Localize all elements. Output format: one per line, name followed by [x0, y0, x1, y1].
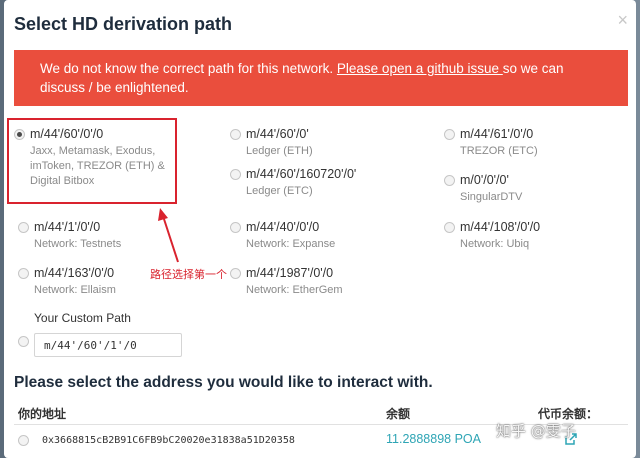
path-value: m/44'/1987'/0'/0 — [246, 266, 334, 280]
radio-button[interactable] — [444, 222, 455, 233]
path-description: Network: Ubiq — [460, 238, 530, 250]
path-description: Network: Expanse — [246, 238, 336, 250]
path-value: m/44'/61'/0'/0 — [460, 127, 534, 141]
custom-path-input[interactable] — [34, 333, 182, 357]
radio-button[interactable] — [230, 222, 241, 233]
path-value: m/44'/108'/0'/0 — [460, 220, 541, 234]
path-value: m/44'/1'/0'/0 — [34, 220, 101, 234]
annotation-text: 路径选择第一个 — [150, 268, 227, 281]
alert-text: We do not know the correct path for this… — [40, 61, 337, 76]
path-value: m/0'/0'/0' — [460, 173, 509, 187]
balance-value: 11.2888898 POA — [386, 432, 481, 446]
radio-button[interactable] — [18, 222, 29, 233]
path-description: TREZOR (ETC) — [460, 145, 538, 157]
column-header-address: 你的地址 — [18, 407, 67, 421]
radio-button[interactable] — [444, 175, 455, 186]
modal-title: Select HD derivation path — [14, 14, 233, 34]
path-description: Ledger (ETH) — [246, 145, 313, 157]
path-description: Ledger (ETC) — [246, 185, 313, 197]
path-description: Network: EtherGem — [246, 284, 343, 296]
path-value: m/44'/163'/0'/0 — [34, 266, 115, 280]
path-description: SingularDTV — [460, 191, 523, 203]
path-value: m/44'/40'/0'/0 — [246, 220, 320, 234]
custom-path-label: Your Custom Path — [34, 311, 131, 325]
address-value: 0x3668815cB2B91C6FB9bC20020e31838a51D203… — [42, 435, 295, 446]
column-header-balance: 余额 — [386, 407, 411, 421]
path-value: m/44'/60'/0' — [246, 127, 309, 141]
path-value: m/44'/60'/160720'/0' — [246, 167, 357, 181]
derivation-path-modal: Select HD derivation path × We do not kn… — [4, 0, 636, 458]
address-radio[interactable] — [18, 435, 29, 446]
radio-button[interactable] — [444, 129, 455, 140]
custom-path-radio[interactable] — [18, 336, 29, 347]
github-issue-link[interactable]: Please open a github issue — [337, 61, 503, 76]
address-section-title: Please select the address you would like… — [14, 374, 433, 391]
radio-button[interactable] — [18, 268, 29, 279]
path-description: Network: Ellaism — [34, 284, 116, 296]
radio-button[interactable] — [230, 169, 241, 180]
annotation-highlight-box — [7, 118, 177, 204]
path-description: Network: Testnets — [34, 238, 122, 250]
close-icon[interactable]: × — [617, 10, 628, 31]
network-warning-alert: We do not know the correct path for this… — [14, 50, 628, 106]
radio-button[interactable] — [230, 268, 241, 279]
watermark: 知乎 @雯子 — [496, 422, 576, 440]
radio-button[interactable] — [230, 129, 241, 140]
